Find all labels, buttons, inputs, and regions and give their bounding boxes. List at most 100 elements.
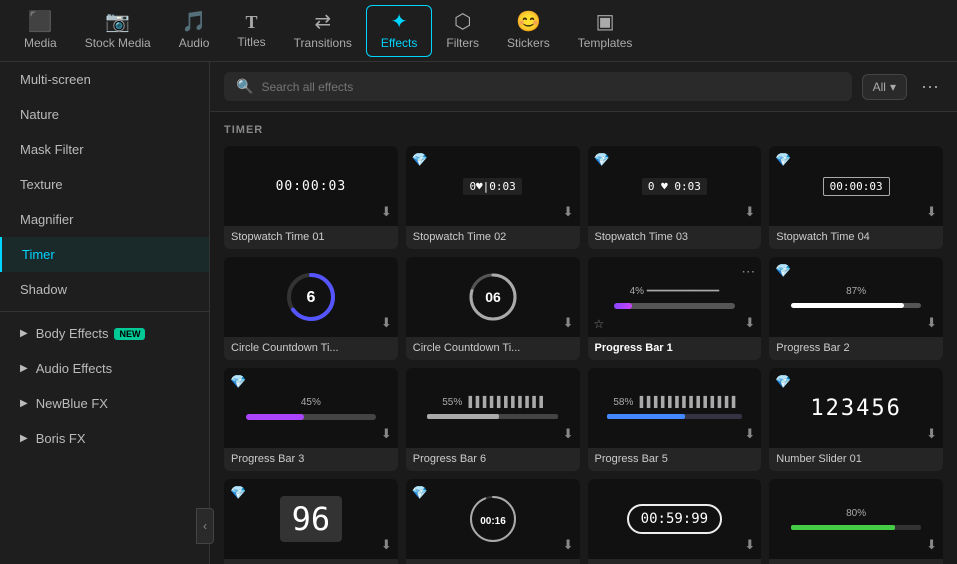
stickers-icon: 😊 (516, 12, 541, 32)
card-progress-bar-6[interactable]: 55% ▐▐▐▐▐▐▐▐▐▐▐ ⬇ Progress Bar 6 (406, 368, 580, 471)
download-icon[interactable]: ⬇ (926, 315, 937, 331)
card-progress-bar-2[interactable]: 💎 87% ⬇ Progress Bar 2 (769, 257, 943, 360)
card-stopwatch-01[interactable]: 00:00:03 ⬇ Stopwatch Time 01 (224, 146, 398, 249)
card-thumb: 80% ⬇ (769, 479, 943, 559)
card-stopwatch-02[interactable]: 💎 0♥|0:03 ⬇ Stopwatch Time 02 (406, 146, 580, 249)
nav-transitions[interactable]: ⇄ Transitions (280, 6, 366, 56)
card-thumb: 💎 96 ⬇ (224, 479, 398, 559)
card-label: Progress Bar 1 (588, 337, 762, 360)
download-icon[interactable]: ⬇ (381, 315, 392, 331)
card-circle-countdown-02[interactable]: 06 ⬇ Circle Countdown Ti... (406, 257, 580, 360)
card-thumb: 💎 123456 ⬇ (769, 368, 943, 448)
download-icon[interactable]: ⬇ (926, 537, 937, 553)
card-progress-bar-8[interactable]: 80% ⬇ Progress Bar 8 (769, 479, 943, 564)
sidebar-item-multi-screen[interactable]: Multi-screen (0, 62, 209, 97)
card-label: Stopwatch Time 03 (588, 226, 762, 249)
expand-icon: ▶ (20, 328, 28, 339)
card-label: Progress Bar 2 (769, 337, 943, 360)
gem-icon: 💎 (230, 374, 246, 390)
card-capsule-timer-01[interactable]: 00:59:99 ⬇ Capsule Shape Timer 01 (588, 479, 762, 564)
nav-effects[interactable]: ✦ Effects (366, 5, 432, 57)
nav-audio[interactable]: 🎵 Audio (165, 6, 224, 56)
sidebar-item-mask-filter[interactable]: Mask Filter (0, 132, 209, 167)
sidebar-item-nature[interactable]: Nature (0, 97, 209, 132)
nav-filters[interactable]: ⬡ Filters (432, 6, 493, 56)
sidebar-item-magnifier[interactable]: Magnifier (0, 202, 209, 237)
card-number-slider-01[interactable]: 💎 123456 ⬇ Number Slider 01 (769, 368, 943, 471)
sidebar-item-audio-effects[interactable]: ▶ Audio Effects (0, 351, 209, 386)
download-icon[interactable]: ⬇ (744, 537, 755, 553)
download-icon[interactable]: ⬇ (926, 426, 937, 442)
more-options-button[interactable]: ··· (917, 76, 943, 97)
content-area: 🔍 All ▾ ··· TIMER 00:00:03 ⬇ (210, 62, 957, 564)
download-icon[interactable]: ⬇ (926, 204, 937, 220)
number-slider-display: 123456 (810, 396, 901, 421)
circle-countdown-small-svg: 00:16 (465, 491, 521, 547)
circle-countdown-svg: 6 (283, 269, 339, 325)
svg-text:00:16: 00:16 (480, 516, 506, 527)
download-icon[interactable]: ⬇ (744, 204, 755, 220)
card-thumb: 💎 00:00:03 ⬇ (769, 146, 943, 226)
nav-titles[interactable]: T Titles (223, 7, 279, 55)
download-icon[interactable]: ⬇ (563, 315, 574, 331)
sidebar-divider (0, 311, 209, 312)
flip-counter-display: 96 (280, 496, 343, 542)
sidebar-item-texture[interactable]: Texture (0, 167, 209, 202)
download-icon[interactable]: ⬇ (381, 537, 392, 553)
card-stopwatch-03[interactable]: 💎 0 ♥ 0:03 ⬇ Stopwatch Time 03 (588, 146, 762, 249)
card-thumb: 💎 0♥|0:03 ⬇ (406, 146, 580, 226)
nav-stickers[interactable]: 😊 Stickers (493, 6, 564, 56)
circle-countdown-gray-svg: 06 (465, 269, 521, 325)
filter-dropdown[interactable]: All ▾ (862, 74, 907, 100)
effects-grid-row-4: 💎 96 ⬇ Flip Counter 02 💎 00:16 (224, 479, 943, 564)
download-icon[interactable]: ⬇ (381, 204, 392, 220)
card-label: Stopwatch Time 02 (406, 226, 580, 249)
sidebar-item-shadow[interactable]: Shadow (0, 272, 209, 307)
search-input-wrap[interactable]: 🔍 (224, 72, 852, 101)
card-label: Progress Bar 8 (769, 559, 943, 564)
card-stopwatch-04[interactable]: 💎 00:00:03 ⬇ Stopwatch Time 04 (769, 146, 943, 249)
card-thumb: 💎 0 ♥ 0:03 ⬇ (588, 146, 762, 226)
nav-stock-media[interactable]: 📷 Stock Media (71, 6, 165, 56)
media-icon: ⬛ (28, 12, 53, 32)
download-icon[interactable]: ⬇ (563, 426, 574, 442)
section-label: TIMER (224, 124, 943, 136)
download-icon[interactable]: ⬇ (381, 426, 392, 442)
card-label: Progress Bar 3 (224, 448, 398, 471)
sidebar-collapse-button[interactable]: ‹ (196, 508, 214, 544)
effects-grid-area: TIMER 00:00:03 ⬇ Stopwatch Time 01 (210, 112, 957, 564)
search-input[interactable] (261, 80, 839, 94)
gem-icon: 💎 (412, 485, 428, 501)
download-icon[interactable]: ⬇ (563, 537, 574, 553)
download-icon[interactable]: ⬇ (744, 315, 755, 331)
sidebar-item-boris-fx[interactable]: ▶ Boris FX (0, 421, 209, 456)
card-progress-bar-1[interactable]: ⋯ 4% ━━━━━━━━━━━━ ☆ ⬇ Progress Bar 1 (588, 257, 762, 360)
download-icon[interactable]: ⬇ (744, 426, 755, 442)
search-bar: 🔍 All ▾ ··· (210, 62, 957, 112)
nav-media[interactable]: ⬛ Media (10, 6, 71, 56)
card-flip-counter-02[interactable]: 💎 96 ⬇ Flip Counter 02 (224, 479, 398, 564)
card-label: Circle Countdown Ti... (406, 337, 580, 360)
card-thumb: 06 ⬇ (406, 257, 580, 337)
card-progress-bar-5[interactable]: 58% ▐▐▐▐▐▐▐▐▐▐▐▐▐▐ ⬇ Progress Bar 5 (588, 368, 762, 471)
download-icon[interactable]: ⬇ (563, 204, 574, 220)
card-label: Progress Bar 6 (406, 448, 580, 471)
card-progress-bar-3[interactable]: 💎 45% ⬇ Progress Bar 3 (224, 368, 398, 471)
filters-icon: ⬡ (454, 12, 471, 32)
sidebar-item-body-effects[interactable]: ▶ Body Effects NEW (0, 316, 209, 351)
sidebar-item-newblue-fx[interactable]: ▶ NewBlue FX (0, 386, 209, 421)
card-thumb: 💎 87% ⬇ (769, 257, 943, 337)
card-circle-countdown-t3[interactable]: 💎 00:16 ⬇ Circle Countdown Ti... (406, 479, 580, 564)
dots-menu-icon[interactable]: ⋯ (741, 263, 755, 280)
card-label: Stopwatch Time 04 (769, 226, 943, 249)
svg-text:06: 06 (485, 289, 501, 305)
sidebar-item-timer[interactable]: Timer (0, 237, 209, 272)
transitions-icon: ⇄ (314, 12, 331, 32)
capsule-timer-display: 00:59:99 (627, 504, 722, 534)
effects-icon: ✦ (391, 12, 408, 32)
gem-icon: 💎 (775, 374, 791, 390)
nav-templates[interactable]: ▣ Templates (564, 6, 647, 56)
card-circle-countdown-01[interactable]: 6 ⬇ Circle Countdown Ti... (224, 257, 398, 360)
stopwatch-time: 00:00:03 (268, 176, 355, 197)
effects-grid-row-1: 00:00:03 ⬇ Stopwatch Time 01 💎 0♥|0:03 ⬇… (224, 146, 943, 249)
